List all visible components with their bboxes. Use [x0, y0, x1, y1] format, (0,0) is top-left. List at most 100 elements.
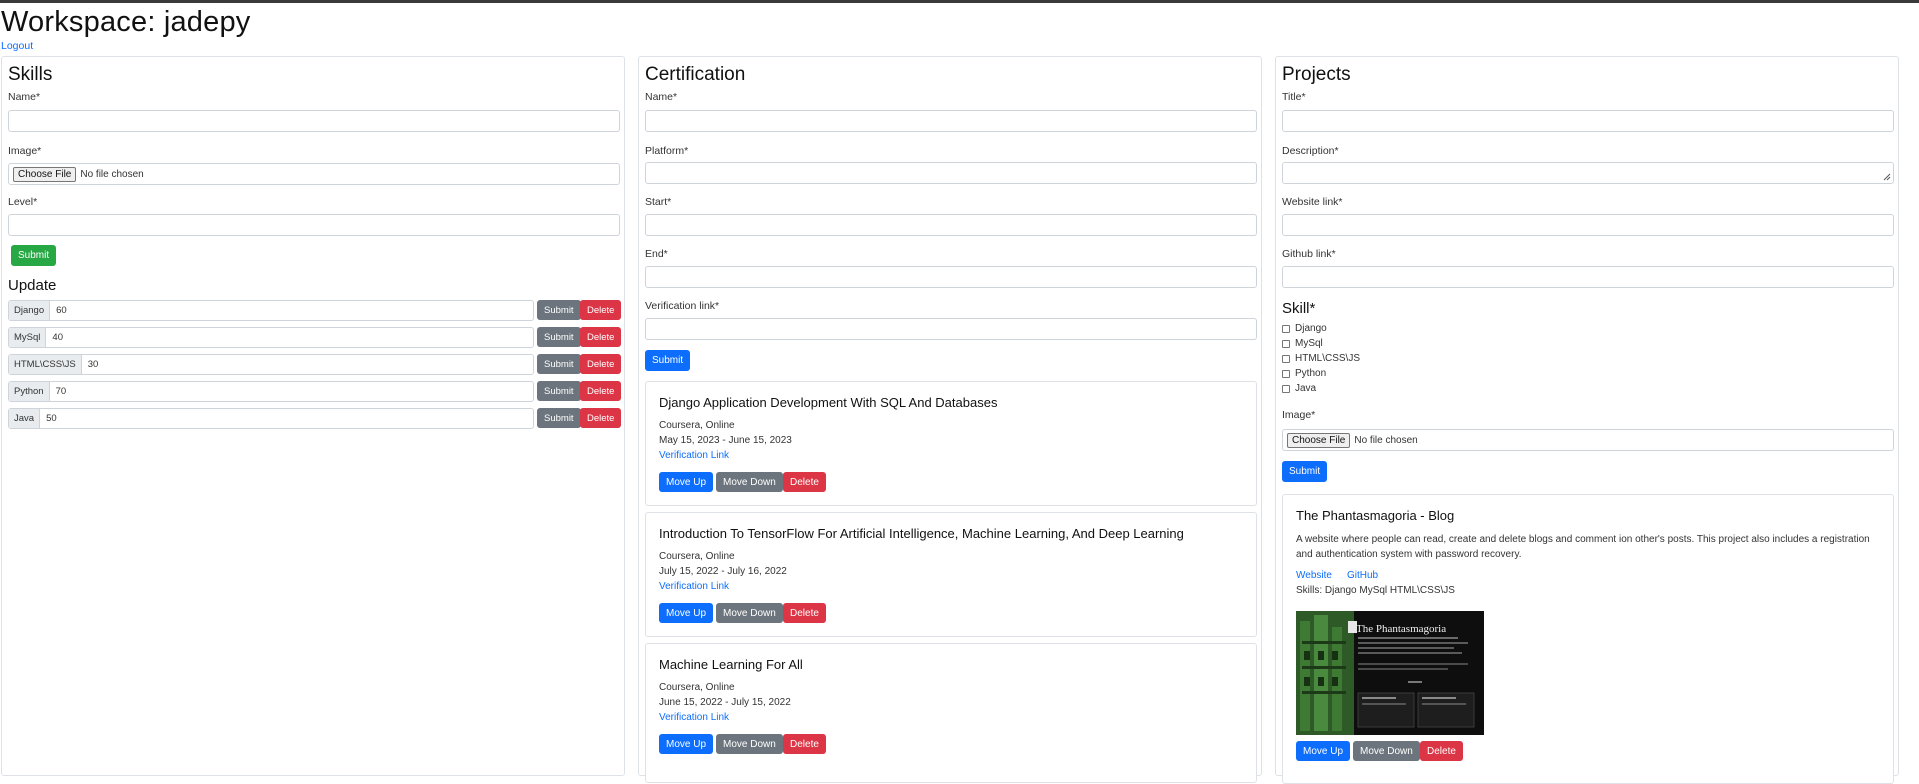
project-website-link[interactable]: Website: [1296, 570, 1332, 581]
skill-level-input[interactable]: [8, 214, 620, 236]
checkbox[interactable]: [1282, 384, 1290, 393]
move-down-button[interactable]: Move Down: [716, 603, 783, 623]
skills-panel: Skills Name* Image* Choose File No file …: [1, 56, 625, 776]
skill-update-row: HTML\CSS\JS 30 Submit Delete: [8, 354, 622, 375]
cert-verification-input[interactable]: [645, 318, 1257, 340]
project-submit-button[interactable]: Submit: [1282, 461, 1328, 482]
skill-level-label: Level*: [8, 196, 38, 208]
project-card-description: A website where people can read, create …: [1296, 534, 1870, 560]
thumbnail-heading: The Phantasmagoria: [1356, 623, 1447, 635]
cert-name-input[interactable]: [645, 110, 1257, 132]
skill-row-delete-button[interactable]: Delete: [580, 381, 622, 401]
cert-platform-input[interactable]: [645, 162, 1257, 184]
project-thumbnail: The Phantasmagoria: [1296, 611, 1484, 735]
skill-checkbox-django[interactable]: Django: [1282, 323, 1327, 334]
skill-row-submit-button[interactable]: Submit: [537, 300, 581, 320]
cert-end-label: End*: [645, 248, 668, 260]
cert-platform-label: Platform*: [645, 145, 689, 157]
cert-verification-label: Verification link*: [645, 300, 720, 312]
cert-card-verification-link[interactable]: Verification Link: [659, 450, 729, 461]
cert-submit-button[interactable]: Submit: [645, 350, 691, 371]
delete-button[interactable]: Delete: [783, 734, 826, 754]
checkbox[interactable]: [1282, 369, 1290, 378]
skill-row-level-input[interactable]: 50: [40, 413, 57, 424]
skill-choose-file-button[interactable]: Choose File: [13, 166, 77, 182]
move-up-button[interactable]: Move Up: [659, 603, 714, 623]
delete-button[interactable]: Delete: [783, 472, 826, 492]
skill-image-file-input[interactable]: Choose File No file chosen: [8, 163, 620, 185]
skill-name-input[interactable]: [8, 110, 620, 132]
project-website-input[interactable]: [1282, 214, 1894, 236]
skill-row-level-input[interactable]: 30: [82, 359, 99, 370]
skill-file-status: No file chosen: [80, 168, 144, 180]
cert-card-title: Machine Learning For All: [659, 657, 803, 672]
skill-checkbox-java[interactable]: Java: [1282, 383, 1316, 394]
project-card-skills: Skills: Django MySql HTML\CSS\JS: [1296, 585, 1455, 596]
certification-card: Machine Learning For All Coursera, Onlin…: [645, 643, 1257, 783]
skill-row-level-input[interactable]: 60: [50, 305, 67, 316]
skill-update-row: MySql 40 Submit Delete: [8, 327, 622, 348]
checkbox[interactable]: [1282, 354, 1290, 363]
certification-panel: Certification Name* Platform* Start* End…: [638, 56, 1262, 783]
move-up-button[interactable]: Move Up: [1296, 741, 1351, 761]
move-down-button[interactable]: Move Down: [716, 734, 783, 754]
skill-row-delete-button[interactable]: Delete: [580, 408, 622, 428]
cert-card-verification-link[interactable]: Verification Link: [659, 712, 729, 723]
move-up-button[interactable]: Move Up: [659, 472, 714, 492]
skill-row-delete-button[interactable]: Delete: [580, 354, 622, 374]
resize-grip-icon[interactable]: [1883, 173, 1891, 181]
skill-row-name: Python: [9, 382, 50, 401]
certification-title: Certification: [645, 64, 746, 85]
project-website-label: Website link*: [1282, 196, 1343, 208]
cert-end-input[interactable]: [645, 266, 1257, 288]
skill-checkbox-html-css-js[interactable]: HTML\CSS\JS: [1282, 353, 1360, 364]
move-down-button[interactable]: Move Down: [716, 472, 783, 492]
checkbox[interactable]: [1282, 339, 1290, 348]
skill-row-name: Java: [9, 409, 41, 428]
skill-row-submit-button[interactable]: Submit: [537, 408, 581, 428]
project-github-label: Github link*: [1282, 248, 1336, 260]
skill-checkbox-python[interactable]: Python: [1282, 368, 1326, 379]
skill-row-level-input[interactable]: 70: [50, 386, 67, 397]
delete-button[interactable]: Delete: [1420, 741, 1463, 761]
skill-row-level-input[interactable]: 40: [46, 332, 63, 343]
skill-row-submit-button[interactable]: Submit: [537, 354, 581, 374]
cert-card-platform: Coursera, Online: [659, 551, 735, 562]
skill-checkbox-mysql[interactable]: MySql: [1282, 338, 1323, 349]
skill-update-row: Java 50 Submit Delete: [8, 408, 622, 429]
skill-row-name: Django: [9, 301, 51, 320]
delete-button[interactable]: Delete: [783, 603, 826, 623]
project-choose-file-button[interactable]: Choose File: [1287, 432, 1351, 448]
skill-row-submit-button[interactable]: Submit: [537, 381, 581, 401]
skill-update-group: Django 60: [8, 300, 534, 321]
move-down-button[interactable]: Move Down: [1353, 741, 1420, 761]
skill-row-delete-button[interactable]: Delete: [580, 327, 622, 347]
cert-card-verification-link[interactable]: Verification Link: [659, 581, 729, 592]
skill-update-group: MySql 40: [8, 327, 534, 348]
cert-name-label: Name*: [645, 91, 678, 103]
cert-card-dates: June 15, 2022 - July 15, 2022: [659, 697, 791, 708]
cert-start-label: Start*: [645, 196, 672, 208]
skills-title: Skills: [8, 64, 53, 85]
certification-card: Django Application Development With SQL …: [645, 381, 1257, 506]
project-title-input[interactable]: [1282, 110, 1894, 132]
checkbox[interactable]: [1282, 324, 1290, 333]
project-github-input[interactable]: [1282, 266, 1894, 288]
project-file-status: No file chosen: [1354, 434, 1418, 446]
cert-card-platform: Coursera, Online: [659, 420, 735, 431]
project-title-label: Title*: [1282, 91, 1306, 103]
logout-link[interactable]: Logout: [1, 40, 33, 52]
skill-row-delete-button[interactable]: Delete: [580, 300, 622, 320]
checkbox-label: HTML\CSS\JS: [1295, 353, 1361, 364]
skill-row-submit-button[interactable]: Submit: [537, 327, 581, 347]
skill-submit-button[interactable]: Submit: [11, 245, 57, 266]
skill-name-label: Name*: [8, 91, 41, 103]
project-description-textarea[interactable]: [1282, 162, 1894, 184]
project-image-file-input[interactable]: Choose File No file chosen: [1282, 429, 1894, 451]
skill-update-group: Java 50: [8, 408, 534, 429]
cert-start-input[interactable]: [645, 214, 1257, 236]
cert-card-title: Django Application Development With SQL …: [659, 395, 998, 410]
project-github-link[interactable]: GitHub: [1347, 570, 1378, 581]
move-up-button[interactable]: Move Up: [659, 734, 714, 754]
checkbox-label: Java: [1295, 383, 1317, 394]
